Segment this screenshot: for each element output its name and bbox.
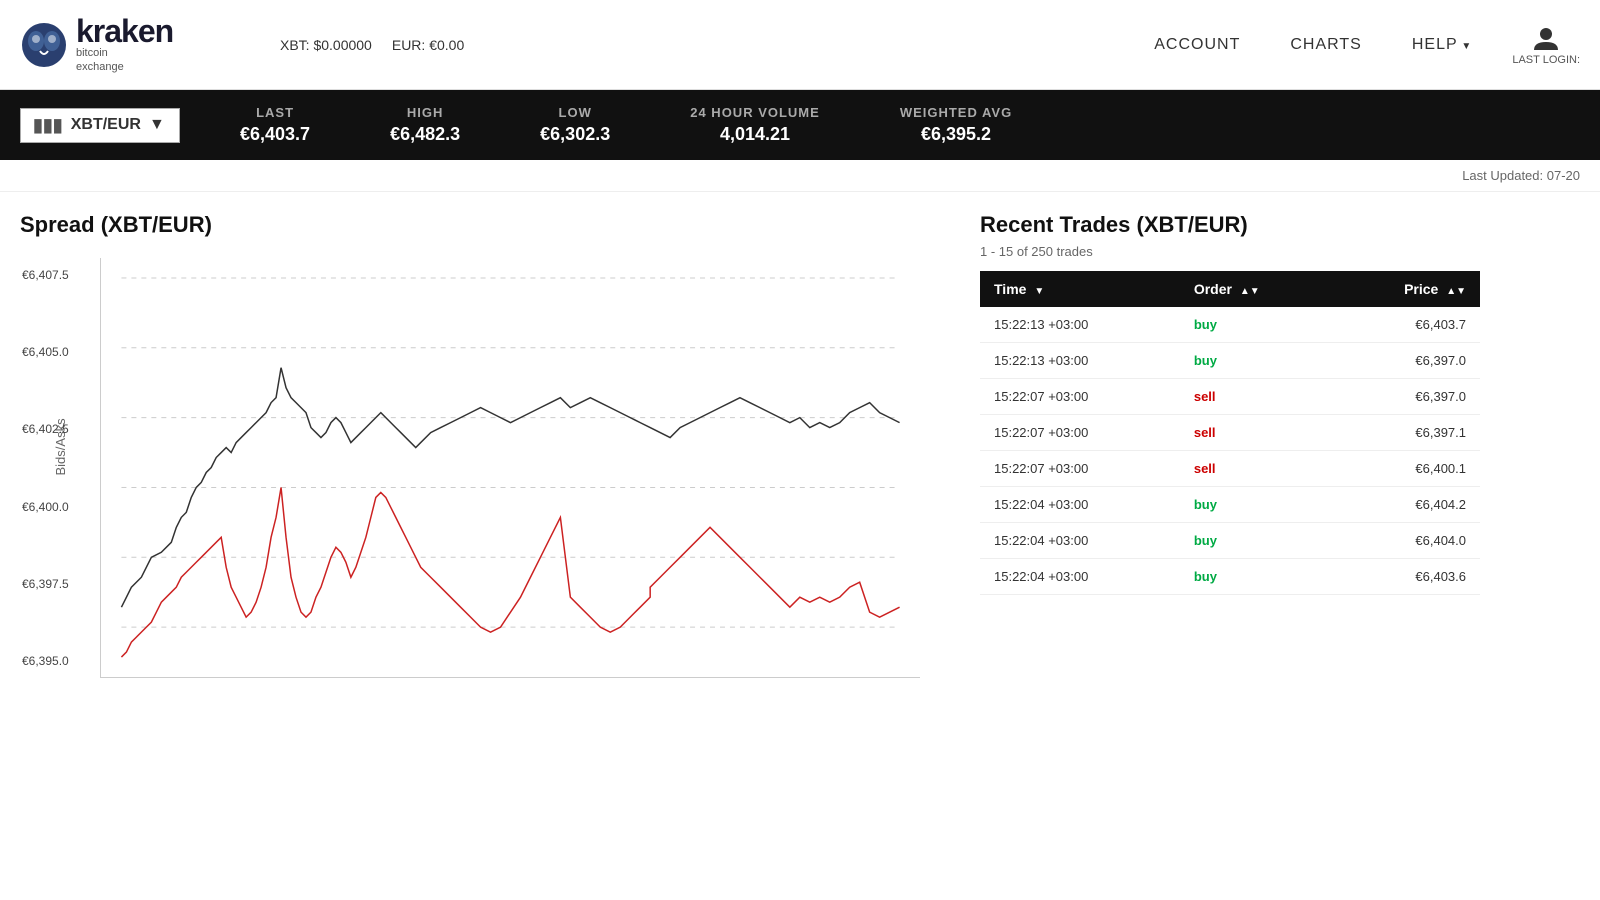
high-label: HIGH [407,105,444,120]
wavg-value: €6,395.2 [921,124,991,145]
nav-help[interactable]: HELP [1412,36,1472,54]
wavg-label: WEIGHTED AVG [900,105,1012,120]
trade-order: buy [1180,559,1333,595]
trade-price: €6,403.6 [1333,559,1480,595]
trade-price: €6,400.1 [1333,451,1480,487]
user-icon [1532,24,1560,52]
table-row: 15:22:07 +03:00sell€6,397.1 [980,415,1480,451]
xbt-balance: XBT: $0.00000 [280,37,372,53]
col-order[interactable]: Order ▲▼ [1180,271,1333,307]
table-row: 15:22:04 +03:00buy€6,403.6 [980,559,1480,595]
last-updated-bar: Last Updated: 07-20 [0,160,1600,192]
price-sort-icon: ▲▼ [1446,286,1466,297]
trade-order: buy [1180,523,1333,559]
trade-time: 15:22:07 +03:00 [980,379,1180,415]
main-nav: ACCOUNT CHARTS HELP [1154,36,1472,54]
table-row: 15:22:07 +03:00sell€6,397.0 [980,379,1480,415]
nav-charts[interactable]: CHARTS [1290,36,1362,54]
trade-order: buy [1180,343,1333,379]
pair-selector[interactable]: ▮▮▮ XBT/EUR ▼ [20,108,180,143]
trades-section: Recent Trades (XBT/EUR) 1 - 15 of 250 tr… [980,212,1480,678]
stat-high: HIGH €6,482.3 [390,105,460,145]
col-price[interactable]: Price ▲▼ [1333,271,1480,307]
chart-section: Spread (XBT/EUR) Bids/Asks €6,407.5 €6,4… [20,212,940,678]
y-tick-5: €6,395.0 [22,654,69,668]
trade-order: sell [1180,379,1333,415]
trade-price: €6,403.7 [1333,307,1480,343]
logo-area: kraken bitcoin exchange [20,15,240,73]
stat-wavg: WEIGHTED AVG €6,395.2 [900,105,1012,145]
stat-volume: 24 HOUR VOLUME 4,014.21 [690,105,820,145]
last-login-label: LAST LOGIN: [1512,54,1580,66]
trades-subtitle: 1 - 15 of 250 trades [980,244,1480,259]
trades-title: Recent Trades (XBT/EUR) [980,212,1480,238]
trade-order: buy [1180,307,1333,343]
trade-price: €6,397.0 [1333,343,1480,379]
trades-table: Time ▼ Order ▲▼ Price ▲▼ 15:22:13 +03:00… [980,271,1480,595]
trade-price: €6,404.2 [1333,487,1480,523]
balance-info: XBT: $0.00000 EUR: €0.00 [280,37,464,53]
ticker-bar: ▮▮▮ XBT/EUR ▼ LAST €6,403.7 HIGH €6,482.… [0,90,1600,160]
user-area[interactable]: LAST LOGIN: [1512,24,1580,66]
y-tick-3: €6,400.0 [22,500,69,514]
trade-price: €6,404.0 [1333,523,1480,559]
logo-text: kraken bitcoin exchange [76,15,173,73]
table-header-row: Time ▼ Order ▲▼ Price ▲▼ [980,271,1480,307]
ticker-stats: LAST €6,403.7 HIGH €6,482.3 LOW €6,302.3… [240,105,1580,145]
nav-account[interactable]: ACCOUNT [1154,36,1240,54]
table-row: 15:22:13 +03:00buy€6,397.0 [980,343,1480,379]
volume-value: 4,014.21 [720,124,790,145]
col-time[interactable]: Time ▼ [980,271,1180,307]
pair-label: XBT/EUR [71,116,141,134]
spread-chart-svg [100,258,920,678]
y-tick-1: €6,405.0 [22,345,69,359]
table-row: 15:22:04 +03:00buy€6,404.0 [980,523,1480,559]
last-value: €6,403.7 [240,124,310,145]
low-value: €6,302.3 [540,124,610,145]
eur-balance: EUR: €0.00 [392,37,464,53]
trade-time: 15:22:07 +03:00 [980,451,1180,487]
trade-order: buy [1180,487,1333,523]
kraken-logo-icon [20,21,68,69]
trade-price: €6,397.0 [1333,379,1480,415]
high-value: €6,482.3 [390,124,460,145]
logo-name: kraken [76,15,173,47]
main-content: Spread (XBT/EUR) Bids/Asks €6,407.5 €6,4… [0,192,1600,698]
trade-time: 15:22:13 +03:00 [980,307,1180,343]
logo-sub: bitcoin exchange [76,47,173,73]
time-sort-icon: ▼ [1034,286,1044,297]
trade-order: sell [1180,415,1333,451]
chart-title: Spread (XBT/EUR) [20,212,940,238]
y-tick-4: €6,397.5 [22,577,69,591]
trade-order: sell [1180,451,1333,487]
stat-low: LOW €6,302.3 [540,105,610,145]
order-sort-icon: ▲▼ [1240,286,1260,297]
trade-time: 15:22:04 +03:00 [980,487,1180,523]
last-label: LAST [256,105,294,120]
volume-label: 24 HOUR VOLUME [690,105,820,120]
last-updated-text: Last Updated: 07-20 [1462,168,1580,183]
trade-time: 15:22:07 +03:00 [980,415,1180,451]
trade-time: 15:22:13 +03:00 [980,343,1180,379]
table-row: 15:22:07 +03:00sell€6,400.1 [980,451,1480,487]
dropdown-icon: ▼ [149,116,165,134]
chart-bar-icon: ▮▮▮ [33,115,63,136]
y-tick-2: €6,402.5 [22,422,69,436]
table-row: 15:22:13 +03:00buy€6,403.7 [980,307,1480,343]
low-label: LOW [559,105,592,120]
trade-time: 15:22:04 +03:00 [980,523,1180,559]
trade-time: 15:22:04 +03:00 [980,559,1180,595]
y-tick-0: €6,407.5 [22,268,69,282]
trade-price: €6,397.1 [1333,415,1480,451]
main-header: kraken bitcoin exchange XBT: $0.00000 EU… [0,0,1600,90]
table-row: 15:22:04 +03:00buy€6,404.2 [980,487,1480,523]
stat-last: LAST €6,403.7 [240,105,310,145]
